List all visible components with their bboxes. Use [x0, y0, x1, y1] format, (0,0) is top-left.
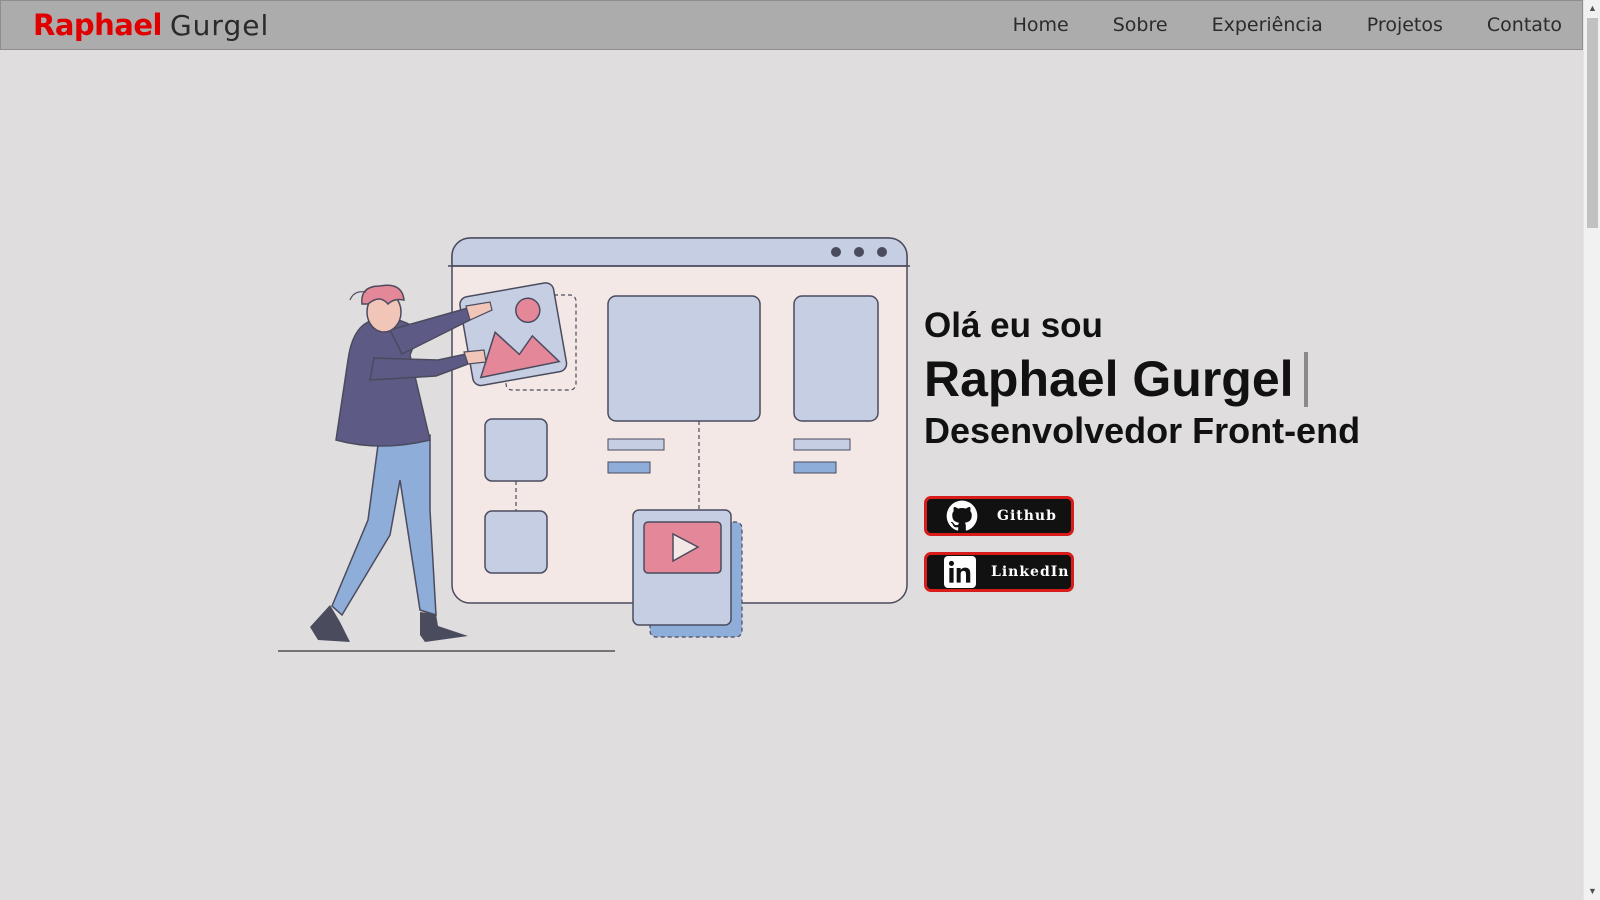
hero-text-block: Olá eu sou Raphael Gurgel Desenvolvedor … [924, 306, 1360, 452]
page-scrollbar[interactable]: ▲ ▼ [1583, 0, 1600, 900]
nav-projetos[interactable]: Projetos [1367, 14, 1443, 36]
nav-home[interactable]: Home [1013, 14, 1069, 36]
nav-experiencia[interactable]: Experiência [1212, 14, 1323, 36]
github-button[interactable]: Github [924, 496, 1074, 536]
nav-sobre[interactable]: Sobre [1113, 14, 1168, 36]
typing-cursor [1303, 351, 1308, 407]
brand-first-name: Raphael [33, 7, 162, 42]
hero-name: Raphael Gurgel [924, 351, 1294, 407]
hero-role: Desenvolvedor Front-end [924, 410, 1361, 451]
window-dot-icon [854, 247, 864, 257]
brand-last-name: Gurgel [169, 8, 270, 42]
github-icon [945, 499, 979, 533]
linkedin-icon [943, 555, 977, 589]
scrollbar-thumb[interactable] [1587, 18, 1598, 228]
hero-illustration [278, 237, 910, 652]
linkedin-button-label: LinkedIn [991, 564, 1070, 580]
hero-greeting: Olá eu sou [924, 306, 1103, 345]
navbar: Raphael Gurgel Home Sobre Experiência Pro… [0, 0, 1583, 50]
scroll-down-arrow-icon[interactable]: ▼ [1584, 883, 1600, 900]
scroll-up-arrow-icon[interactable]: ▲ [1584, 0, 1600, 17]
github-button-label: Github [997, 508, 1057, 524]
brand-logo[interactable]: Raphael Gurgel [33, 8, 269, 43]
window-dot-icon [877, 247, 887, 257]
main-nav: Home Sobre Experiência Projetos Contato [969, 14, 1562, 36]
video-card-graphic [632, 509, 743, 638]
hero-name-line: Raphael Gurgel [924, 350, 1360, 408]
nav-contato[interactable]: Contato [1487, 14, 1562, 36]
window-dot-icon [831, 247, 841, 257]
linkedin-button[interactable]: LinkedIn [924, 552, 1074, 592]
image-card-graphic [459, 282, 568, 387]
